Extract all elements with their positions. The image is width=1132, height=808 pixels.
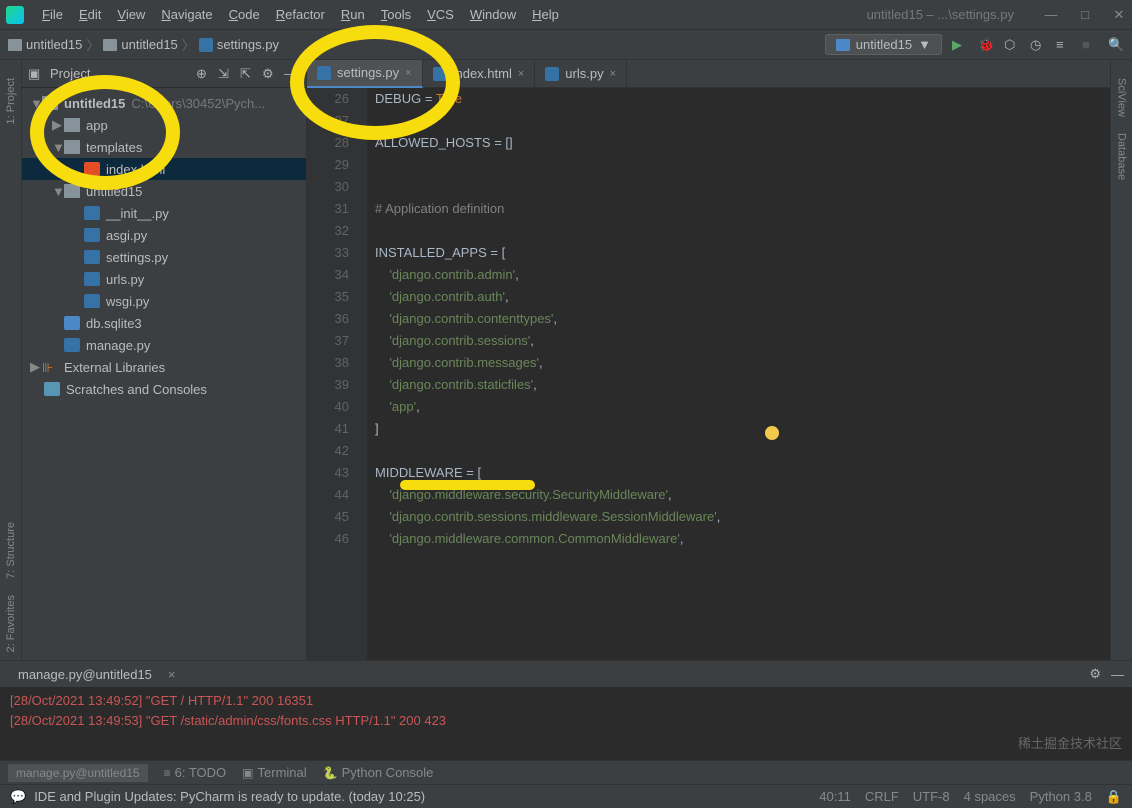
menu-run[interactable]: Run bbox=[333, 5, 373, 24]
expand-all-icon[interactable]: ⇲ bbox=[218, 66, 234, 82]
right-tool-strip: SciView Database bbox=[1110, 60, 1132, 660]
editor-tab[interactable]: urls.py× bbox=[535, 60, 627, 88]
breadcrumb: untitled15〉untitled15〉settings.py bbox=[8, 35, 279, 54]
collapse-all-icon[interactable]: ⇱ bbox=[240, 66, 256, 82]
window-title: untitled15 – ...\settings.py bbox=[867, 7, 1014, 22]
interpreter-info[interactable]: Python 3.8 bbox=[1030, 789, 1092, 805]
file-icon bbox=[317, 66, 331, 80]
editor-tab[interactable]: settings.py× bbox=[307, 60, 423, 88]
project-panel: ▣ Project ⊕ ⇲ ⇱ ⚙ — ▼ untitled15 C:\User… bbox=[22, 60, 307, 660]
status-message[interactable]: IDE and Plugin Updates: PyCharm is ready… bbox=[34, 789, 425, 804]
favorites-tool-tab[interactable]: 2: Favorites bbox=[3, 587, 19, 660]
profile-button[interactable]: ◷ bbox=[1030, 37, 1046, 53]
minimize-button[interactable]: — bbox=[1044, 8, 1058, 22]
menu-refactor[interactable]: Refactor bbox=[268, 5, 333, 24]
run-hide-icon[interactable]: — bbox=[1111, 667, 1124, 682]
tree-settings[interactable]: settings.py bbox=[22, 246, 306, 268]
tree-asgi[interactable]: asgi.py bbox=[22, 224, 306, 246]
bottom-run-tab[interactable]: manage.py@untitled15 bbox=[8, 764, 148, 782]
bottom-todo-tab[interactable]: ≡ 6: TODO bbox=[164, 765, 227, 780]
menu-view[interactable]: View bbox=[109, 5, 153, 24]
debug-button[interactable]: 🐞 bbox=[978, 37, 994, 53]
bottom-terminal-tab[interactable]: ▣ Terminal bbox=[242, 765, 306, 780]
code-editor[interactable]: 2627282930313233343536373839404142434445… bbox=[307, 88, 1110, 660]
tree-external-libs[interactable]: ▶⊪ External Libraries bbox=[22, 356, 306, 378]
status-notification-icon[interactable]: 💬 bbox=[10, 789, 26, 805]
tree-db[interactable]: db.sqlite3 bbox=[22, 312, 306, 334]
stop-button[interactable]: ■ bbox=[1082, 37, 1098, 53]
tree-pkg-folder[interactable]: ▼ untitled15 bbox=[22, 180, 306, 202]
database-tool-tab[interactable]: Database bbox=[1114, 125, 1130, 188]
menu-edit[interactable]: Edit bbox=[71, 5, 109, 24]
menu-vcs[interactable]: VCS bbox=[419, 5, 462, 24]
bottom-tool-strip: manage.py@untitled15 ≡ 6: TODO ▣ Termina… bbox=[0, 760, 1132, 784]
indent-info[interactable]: 4 spaces bbox=[964, 789, 1016, 805]
run-tab[interactable]: manage.py@untitled15 bbox=[8, 665, 162, 684]
breadcrumb-item[interactable]: settings.py bbox=[199, 37, 279, 52]
tree-manage[interactable]: manage.py bbox=[22, 334, 306, 356]
editor-tabs: settings.py×index.html×urls.py× bbox=[307, 60, 1110, 88]
gutter: 2627282930313233343536373839404142434445… bbox=[307, 88, 367, 660]
tree-app-folder[interactable]: ▶ app bbox=[22, 114, 306, 136]
lock-icon[interactable]: 🔒 bbox=[1106, 789, 1122, 805]
tree-wsgi[interactable]: wsgi.py bbox=[22, 290, 306, 312]
module-icon bbox=[836, 39, 850, 51]
structure-tool-tab[interactable]: 7: Structure bbox=[3, 514, 19, 587]
menu-window[interactable]: Window bbox=[462, 5, 524, 24]
close-button[interactable]: ✕ bbox=[1112, 8, 1126, 22]
title-bar: FileEditViewNavigateCodeRefactorRunTools… bbox=[0, 0, 1132, 30]
file-icon bbox=[545, 67, 559, 81]
sciview-tool-tab[interactable]: SciView bbox=[1114, 70, 1130, 125]
tree-templates-folder[interactable]: ▼ templates bbox=[22, 136, 306, 158]
run-tool-window: manage.py@untitled15 × ⚙ — [28/Oct/2021 … bbox=[0, 660, 1132, 760]
file-icon bbox=[433, 67, 447, 81]
status-bar: 💬 IDE and Plugin Updates: PyCharm is rea… bbox=[0, 784, 1132, 808]
tree-urls[interactable]: urls.py bbox=[22, 268, 306, 290]
close-run-tab[interactable]: × bbox=[168, 667, 176, 682]
breadcrumb-item[interactable]: untitled15 bbox=[8, 37, 82, 52]
caret-position[interactable]: 40:11 bbox=[819, 789, 851, 805]
gear-icon[interactable]: ⚙ bbox=[262, 66, 278, 82]
breadcrumb-item[interactable]: untitled15 bbox=[103, 37, 177, 52]
maximize-button[interactable]: □ bbox=[1078, 8, 1092, 22]
tree-init[interactable]: __init__.py bbox=[22, 202, 306, 224]
close-tab-icon[interactable]: × bbox=[518, 68, 524, 80]
tree-index-html[interactable]: index.html bbox=[22, 158, 306, 180]
editor-tab[interactable]: index.html× bbox=[423, 60, 536, 88]
left-tool-strip: 1: Project 7: Structure 2: Favorites bbox=[0, 60, 22, 660]
intention-bulb-icon[interactable] bbox=[765, 426, 779, 440]
project-tool-tab[interactable]: 1: Project bbox=[3, 70, 19, 132]
project-panel-title: Project bbox=[50, 66, 190, 81]
project-tree[interactable]: ▼ untitled15 C:\Users\30452\Pych... ▶ ap… bbox=[22, 88, 306, 660]
chevron-down-icon: ▼ bbox=[918, 37, 931, 52]
editor-area: settings.py×index.html×urls.py× 26272829… bbox=[307, 60, 1110, 660]
menu-code[interactable]: Code bbox=[221, 5, 268, 24]
concurrency-button[interactable]: ≡ bbox=[1056, 37, 1072, 53]
menu-file[interactable]: File bbox=[34, 5, 71, 24]
line-separator[interactable]: CRLF bbox=[865, 789, 899, 805]
run-config-label: untitled15 bbox=[856, 37, 912, 52]
file-encoding[interactable]: UTF-8 bbox=[913, 789, 950, 805]
run-config-selector[interactable]: untitled15 ▼ bbox=[825, 34, 942, 55]
coverage-button[interactable]: ⬡ bbox=[1004, 37, 1020, 53]
tree-scratches[interactable]: Scratches and Consoles bbox=[22, 378, 306, 400]
project-view-icon[interactable]: ▣ bbox=[28, 66, 44, 82]
run-output[interactable]: [28/Oct/2021 13:49:52] "GET / HTTP/1.1" … bbox=[0, 687, 1132, 735]
menu-tools[interactable]: Tools bbox=[373, 5, 419, 24]
hide-panel-icon[interactable]: — bbox=[284, 66, 300, 82]
search-everywhere-button[interactable]: 🔍 bbox=[1108, 37, 1124, 53]
menu-navigate[interactable]: Navigate bbox=[153, 5, 220, 24]
menu-help[interactable]: Help bbox=[524, 5, 567, 24]
run-button[interactable]: ▶ bbox=[952, 37, 968, 53]
bottom-python-console-tab[interactable]: 🐍 Python Console bbox=[323, 765, 434, 780]
close-tab-icon[interactable]: × bbox=[610, 68, 616, 80]
close-tab-icon[interactable]: × bbox=[405, 67, 411, 79]
watermark: 稀土掘金技术社区 bbox=[1018, 733, 1122, 752]
tree-root[interactable]: ▼ untitled15 C:\Users\30452\Pych... bbox=[22, 92, 306, 114]
run-settings-icon[interactable]: ⚙ bbox=[1089, 666, 1101, 682]
pycharm-icon bbox=[6, 6, 24, 24]
nav-bar: untitled15〉untitled15〉settings.py untitl… bbox=[0, 30, 1132, 60]
target-icon[interactable]: ⊕ bbox=[196, 66, 212, 82]
